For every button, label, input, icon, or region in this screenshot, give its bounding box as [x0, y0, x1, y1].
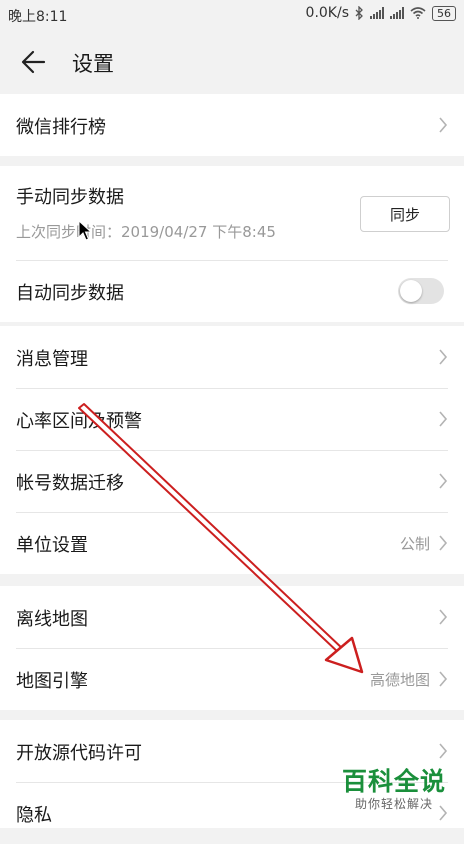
row-message-management[interactable]: 消息管理 — [0, 326, 464, 388]
status-time: 晚上8:11 — [8, 9, 68, 25]
chevron-right-icon — [439, 743, 448, 759]
signal-icon — [390, 7, 404, 19]
row-label: 微信排行榜 — [16, 117, 106, 138]
chevron-right-icon — [439, 349, 448, 365]
row-label: 手动同步数据 — [16, 187, 124, 208]
watermark-title: 百科全说 — [342, 767, 447, 796]
group-wechat: 微信排行榜 — [0, 94, 464, 156]
row-heart-rate[interactable]: 心率区间及预警 — [0, 388, 464, 450]
arrow-left-icon[interactable] — [16, 44, 52, 80]
toggle-knob — [400, 280, 422, 302]
group-sync: 手动同步数据 上次同步时间：2019/04/27 下午8:45 同步 自动同步数… — [0, 166, 464, 322]
row-offline-map[interactable]: 离线地图 — [0, 586, 464, 648]
map-engine-value: 高德地图 — [369, 671, 430, 689]
status-icons: 0.0K/s 56 — [306, 5, 456, 21]
row-unit-settings[interactable]: 单位设置 公制 — [0, 512, 464, 574]
auto-sync-toggle[interactable] — [398, 278, 444, 304]
row-label: 自动同步数据 — [16, 283, 124, 304]
group-maps: 离线地图 地图引擎 高德地图 — [0, 586, 464, 710]
page-title: 设置 — [72, 52, 114, 76]
row-label: 开放源代码许可 — [16, 743, 142, 764]
mouse-cursor-icon — [78, 220, 92, 241]
chevron-right-icon — [439, 535, 448, 551]
app-bar: 设置 — [0, 30, 464, 94]
status-bar: 晚上8:11 0.0K/s 56 — [0, 0, 464, 30]
chevron-right-icon — [439, 609, 448, 625]
row-label: 帐号数据迁移 — [16, 473, 124, 494]
battery-icon: 56 — [432, 5, 456, 21]
group-general: 消息管理 心率区间及预警 帐号数据迁移 单位设置 公制 — [0, 326, 464, 574]
row-account-migration[interactable]: 帐号数据迁移 — [0, 450, 464, 512]
bluetooth-icon — [355, 6, 363, 20]
signal-icon — [370, 7, 384, 19]
unit-value: 公制 — [399, 535, 430, 553]
watermark-subtitle: 助你轻松解决 — [355, 797, 434, 811]
sync-button[interactable]: 同步 — [360, 196, 450, 232]
wifi-icon — [410, 7, 426, 19]
last-sync-time: 上次同步时间：2019/04/27 下午8:45 — [16, 223, 276, 241]
row-auto-sync[interactable]: 自动同步数据 — [0, 260, 464, 322]
network-speed: 0.0K/s — [305, 5, 349, 21]
watermark: 百科全说 助你轻松解决 — [342, 768, 446, 812]
row-label: 消息管理 — [16, 349, 88, 370]
chevron-right-icon — [439, 473, 448, 489]
chevron-right-icon — [439, 411, 448, 427]
row-label: 离线地图 — [16, 609, 88, 630]
row-manual-sync: 手动同步数据 上次同步时间：2019/04/27 下午8:45 同步 — [0, 166, 464, 260]
row-label: 地图引擎 — [16, 671, 88, 692]
row-label: 隐私 — [16, 805, 52, 826]
chevron-right-icon — [439, 671, 448, 687]
row-label: 心率区间及预警 — [16, 411, 142, 432]
row-map-engine[interactable]: 地图引擎 高德地图 — [0, 648, 464, 710]
chevron-right-icon — [439, 117, 448, 133]
row-label: 单位设置 — [16, 535, 88, 556]
row-wechat-ranking[interactable]: 微信排行榜 — [0, 94, 464, 156]
